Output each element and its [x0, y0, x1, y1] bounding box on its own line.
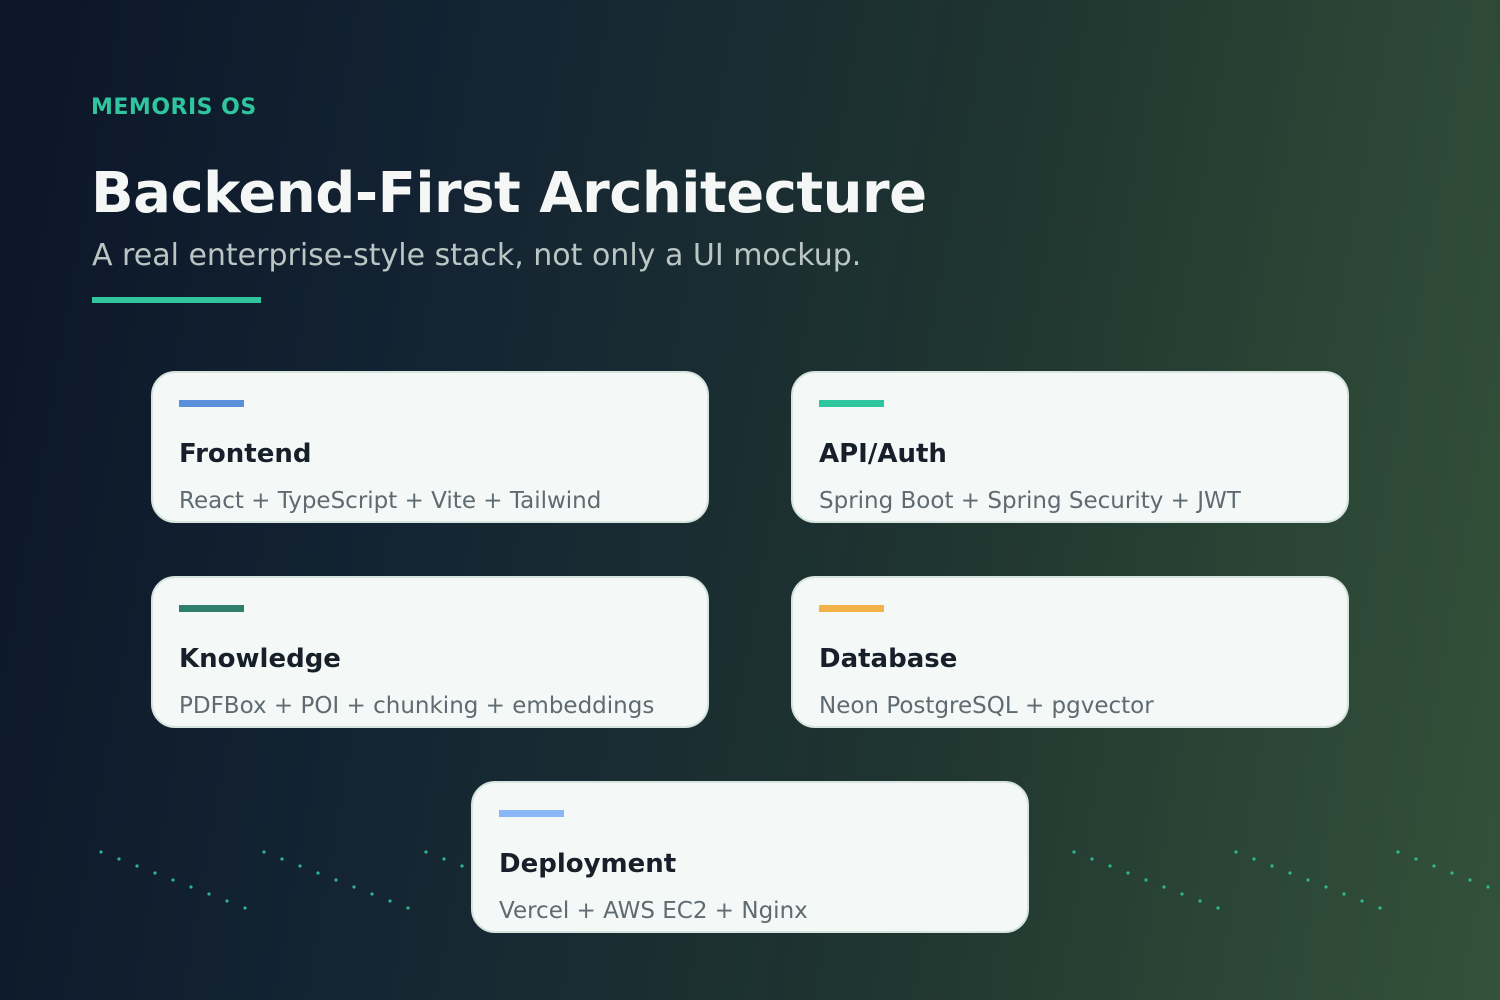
card-description: PDFBox + POI + chunking + embeddings [179, 693, 655, 719]
decorative-dot [117, 857, 121, 861]
decorative-dot [1252, 857, 1256, 861]
decorative-dot [334, 878, 338, 882]
decorative-dot [1144, 878, 1148, 882]
architecture-card-knowledge: Knowledge PDFBox + POI + chunking + embe… [151, 576, 709, 728]
architecture-card-deployment: Deployment Vercel + AWS EC2 + Nginx [471, 781, 1029, 933]
decorative-dot [1378, 906, 1382, 910]
decorative-dot [1090, 857, 1094, 861]
decorative-dot [1234, 850, 1238, 854]
card-accent-bar [179, 400, 244, 407]
card-accent-bar [499, 810, 564, 817]
card-title: Frontend [179, 439, 312, 469]
decorative-dot [1288, 871, 1292, 875]
decorative-dot [189, 885, 193, 889]
title-underline [92, 297, 261, 303]
card-title: Deployment [499, 849, 677, 879]
decorative-dot [280, 857, 284, 861]
decorative-dot [207, 892, 211, 896]
page-subtitle: A real enterprise-style stack, not only … [92, 238, 862, 273]
card-description: Spring Boot + Spring Security + JWT [819, 488, 1241, 514]
decorative-dot [298, 864, 302, 868]
card-description: React + TypeScript + Vite + Tailwind [179, 488, 602, 514]
decorative-dot [99, 850, 103, 854]
decorative-dot [135, 864, 139, 868]
decorative-dot [316, 871, 320, 875]
card-accent-bar [819, 605, 884, 612]
decorative-dot [243, 906, 247, 910]
decorative-dot [388, 899, 392, 903]
card-title: API/Auth [819, 439, 947, 469]
decorative-dot [1468, 878, 1472, 882]
decorative-dot [1414, 857, 1418, 861]
page-title: Backend-First Architecture [91, 161, 927, 226]
brand-label: MEMORIS OS [91, 95, 257, 120]
card-title: Knowledge [179, 644, 341, 674]
decorative-dot [1396, 850, 1400, 854]
decorative-dot [370, 892, 374, 896]
card-description: Vercel + AWS EC2 + Nginx [499, 898, 808, 924]
decorative-dot [1162, 885, 1166, 889]
decorative-dot [1072, 850, 1076, 854]
decorative-dot [225, 899, 229, 903]
architecture-card-frontend: Frontend React + TypeScript + Vite + Tai… [151, 371, 709, 523]
decorative-dot [1108, 864, 1112, 868]
decorative-dot [153, 871, 157, 875]
decorative-dot [1486, 885, 1490, 889]
architecture-card-api-auth: API/Auth Spring Boot + Spring Security +… [791, 371, 1349, 523]
decorative-dot [424, 850, 428, 854]
decorative-dot [442, 857, 446, 861]
decorative-dot [1180, 892, 1184, 896]
decorative-dot [1306, 878, 1310, 882]
decorative-dot [1324, 885, 1328, 889]
decorative-dot [460, 864, 464, 868]
decorative-dot [171, 878, 175, 882]
card-accent-bar [179, 605, 244, 612]
decorative-dot [406, 906, 410, 910]
decorative-dot [262, 850, 266, 854]
decorative-dot [1270, 864, 1274, 868]
decorative-dot [1342, 892, 1346, 896]
decorative-dot [1126, 871, 1130, 875]
architecture-card-database: Database Neon PostgreSQL + pgvector [791, 576, 1349, 728]
decorative-dot [1198, 899, 1202, 903]
card-title: Database [819, 644, 958, 674]
decorative-dot [1450, 871, 1454, 875]
decorative-dot [1432, 864, 1436, 868]
decorative-dot [352, 885, 356, 889]
decorative-dot [1216, 906, 1220, 910]
card-accent-bar [819, 400, 884, 407]
decorative-dot [1360, 899, 1364, 903]
card-description: Neon PostgreSQL + pgvector [819, 693, 1154, 719]
